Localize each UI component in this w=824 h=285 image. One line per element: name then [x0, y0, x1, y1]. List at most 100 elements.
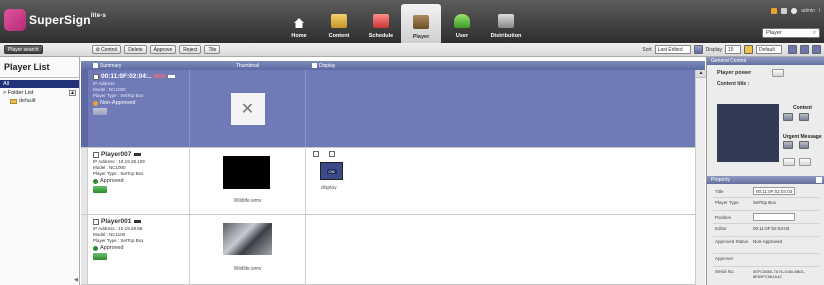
display-on-button[interactable]: ON: [326, 168, 337, 174]
display-checkbox-2[interactable]: [329, 151, 335, 157]
capture-button[interactable]: [783, 158, 795, 166]
row-checkbox[interactable]: [93, 151, 99, 158]
collapse-sidebar-icon[interactable]: ◀: [74, 277, 79, 285]
utility-icon-1[interactable]: [771, 8, 778, 14]
list-view-icon[interactable]: [788, 45, 797, 54]
utility-icon-2[interactable]: [781, 8, 788, 14]
display-count-select[interactable]: 15: [725, 45, 741, 54]
nav-player-label: Player: [412, 34, 430, 40]
summary-header-label: Summary: [100, 62, 122, 69]
urgent-play-button[interactable]: [783, 141, 793, 149]
property-label: Property: [711, 177, 730, 183]
header-search-input[interactable]: Player ⌕: [762, 28, 820, 38]
display-monitor-icon[interactable]: ON: [320, 162, 343, 180]
player-ip: IP Address : 10.19.28.109: [93, 159, 145, 164]
content-label: Content: [793, 105, 812, 111]
player-name: 00:11:0F:02:04:..: [101, 73, 152, 80]
player-row[interactable]: Player007 IP Address : 10.19.28.109 Mode…: [81, 148, 705, 215]
approve-action-button[interactable]: [93, 108, 107, 115]
content-play-button[interactable]: [783, 113, 793, 121]
play-action-button[interactable]: [93, 253, 107, 260]
sidebar-title: Player List: [0, 57, 79, 78]
property-title: Title 00:11:0F:02:04:03: [707, 187, 824, 195]
delete-button[interactable]: Delete: [124, 45, 147, 54]
tile-view-icon[interactable]: [812, 45, 821, 54]
row-checkbox[interactable]: [93, 73, 99, 80]
thumbnail-cell: Wildlife.wmv: [189, 215, 306, 284]
power-button[interactable]: [772, 69, 784, 77]
row-handle[interactable]: [81, 70, 88, 147]
sort-select[interactable]: Last Edited: [654, 45, 691, 54]
sort-direction-button[interactable]: [693, 45, 703, 54]
property-editor: Editor 00:11:0F:02:04:03: [707, 226, 824, 231]
play-action-button[interactable]: [93, 186, 107, 193]
nav-schedule-label: Schedule: [368, 33, 394, 39]
summary-header[interactable]: Summary: [81, 63, 189, 69]
collapse-property-icon[interactable]: [816, 177, 822, 183]
scroll-up-icon[interactable]: ▲: [696, 70, 706, 78]
sidebar-item-all[interactable]: All: [0, 80, 79, 88]
control-label: Control: [101, 46, 118, 53]
player-row[interactable]: Player001 IP Address : 10.19.28.86 Model…: [81, 215, 705, 285]
nav-distribution[interactable]: Distribution: [484, 4, 528, 42]
settings-icon[interactable]: [791, 8, 798, 14]
refresh-button[interactable]: [799, 158, 811, 166]
nav-user[interactable]: User: [443, 4, 481, 42]
reject-button[interactable]: Reject: [179, 45, 202, 54]
nav-home-label: Home: [291, 33, 307, 39]
select-all-checkbox[interactable]: [93, 62, 98, 68]
vertical-scrollbar[interactable]: ▲: [695, 70, 706, 285]
info-icon[interactable]: i: [819, 8, 820, 14]
player-type: Player Type : SetTop Box: [93, 238, 144, 243]
view-preset-icon[interactable]: [744, 45, 753, 54]
prop-key: Editor: [715, 226, 727, 231]
search-icon[interactable]: ⌕: [813, 30, 816, 37]
player-model: Model : NC1000: [93, 165, 126, 170]
display-label: Display: [705, 46, 722, 53]
toolbar-right: Sort Last Edited Display 15 Default: [642, 45, 821, 54]
supersign-logo[interactable]: SuperSignlite-s: [4, 6, 106, 34]
row-handle[interactable]: [81, 215, 88, 284]
display-checkbox[interactable]: [312, 62, 317, 68]
display-checkbox-1[interactable]: [313, 151, 319, 157]
nav-distribution-label: Distribution: [490, 33, 522, 39]
folder-default[interactable]: default: [0, 98, 79, 104]
nav-home[interactable]: Home: [280, 4, 318, 42]
nav-content[interactable]: Content: [320, 4, 358, 42]
player-status: Non-Approved: [100, 100, 136, 106]
video-thumbnail[interactable]: [223, 156, 270, 189]
urgent-stop-button[interactable]: [799, 141, 809, 149]
divider: [713, 266, 819, 267]
thumbnail-header: Thumbnail: [235, 62, 260, 69]
detail-view-icon[interactable]: [800, 45, 809, 54]
divider: [713, 236, 819, 237]
nav-schedule[interactable]: Schedule: [362, 4, 400, 42]
folder-toggle-icon[interactable]: ▲: [69, 90, 76, 96]
view-select[interactable]: Default: [756, 45, 782, 54]
control-button[interactable]: ⚙ Control: [91, 45, 122, 54]
folder-icon: [10, 98, 17, 104]
content-stop-button[interactable]: [799, 113, 809, 121]
player-name: Player007: [101, 151, 132, 158]
player-summary: 00:11:0F:02:04:.. NEW IP Address Model : …: [93, 73, 189, 115]
player-status: Approved: [100, 178, 124, 184]
approve-button[interactable]: Approve: [149, 45, 177, 54]
player-icon: [413, 15, 429, 29]
row-handle[interactable]: [81, 148, 88, 214]
tile-button[interactable]: Tile: [204, 45, 221, 54]
video-thumbnail[interactable]: [223, 223, 272, 255]
prop-value: 00:11:0F:02:04:03: [753, 226, 790, 231]
display-header-label: Display: [319, 62, 336, 69]
player-type: Player Type : SetTop Box: [93, 171, 144, 176]
player-search-button[interactable]: Player search: [4, 45, 43, 54]
row-checkbox[interactable]: [93, 218, 99, 225]
view-value: Default: [759, 46, 775, 53]
settop-box-icon: [168, 75, 176, 78]
distribution-icon: [498, 14, 514, 28]
nav-player[interactable]: Player: [401, 4, 441, 43]
player-row[interactable]: 00:11:0F:02:04:.. NEW IP Address Model : …: [81, 70, 705, 148]
title-input[interactable]: 00:11:0F:02:04:03: [753, 187, 795, 195]
folder-list[interactable]: > Folder List ▲: [0, 88, 79, 98]
user-name[interactable]: admin: [801, 8, 815, 14]
position-input[interactable]: [753, 213, 795, 221]
